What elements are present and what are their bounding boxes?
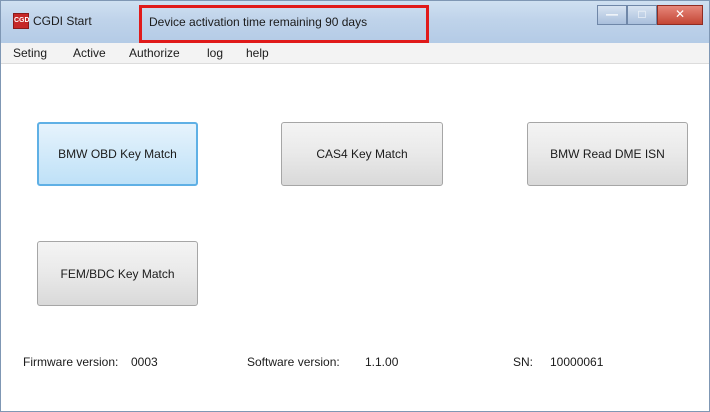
menu-item-active[interactable]: Active — [73, 46, 106, 60]
activation-notice: Device activation time remaining 90 days — [149, 15, 368, 29]
fem-bdc-key-match-button[interactable]: FEM/BDC Key Match — [37, 241, 198, 306]
maximize-button[interactable]: □ — [627, 5, 657, 25]
menu-item-seting[interactable]: Seting — [13, 46, 47, 60]
menu-item-log[interactable]: log — [207, 46, 223, 60]
software-version-value: 1.1.00 — [365, 355, 399, 369]
serial-number-value: 10000061 — [550, 355, 604, 369]
title-bar[interactable]: CGD CGDI Start Device activation time re… — [1, 1, 709, 43]
software-version-label: Software version: — [247, 355, 340, 369]
window-title: CGDI Start — [33, 14, 92, 28]
firmware-version-label: Firmware version: — [23, 355, 119, 369]
menu-item-authorize[interactable]: Authorize — [129, 46, 180, 60]
cas4-key-match-button[interactable]: CAS4 Key Match — [281, 122, 443, 186]
app-logo-icon: CGD — [13, 13, 30, 29]
close-button[interactable]: ✕ — [657, 5, 703, 25]
window-controls: — □ ✕ — [597, 5, 703, 27]
menu-bar: Seting Active Authorize log help — [1, 43, 709, 64]
close-icon: ✕ — [674, 7, 686, 21]
serial-number-label: SN: — [513, 355, 534, 369]
app-window: CGD CGDI Start Device activation time re… — [0, 0, 710, 412]
maximize-icon: □ — [638, 7, 646, 21]
menu-item-help[interactable]: help — [246, 46, 269, 60]
minimize-button[interactable]: — — [597, 5, 627, 25]
bmw-obd-key-match-button[interactable]: BMW OBD Key Match — [37, 122, 198, 186]
firmware-version-value: 0003 — [131, 355, 158, 369]
minimize-icon: — — [606, 7, 618, 21]
bmw-read-dme-isn-button[interactable]: BMW Read DME ISN — [527, 122, 688, 186]
